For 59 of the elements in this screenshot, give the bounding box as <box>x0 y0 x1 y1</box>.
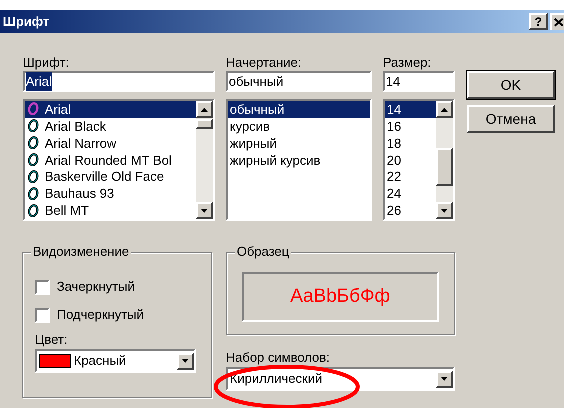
down-arrow-icon <box>201 208 208 212</box>
checkbox[interactable] <box>35 280 50 294</box>
close-icon <box>554 18 564 27</box>
list-item[interactable]: курсив <box>228 118 370 135</box>
charset-value: Кириллический <box>230 370 324 388</box>
scrollbar[interactable] <box>196 101 213 219</box>
scroll-thumb[interactable] <box>436 148 453 186</box>
list-item[interactable]: Arial Narrow <box>25 134 196 152</box>
list-item[interactable]: Arial Black <box>25 118 196 135</box>
scrollbar[interactable] <box>436 101 453 219</box>
scroll-up-button[interactable] <box>196 101 213 118</box>
down-arrow-icon <box>182 359 189 363</box>
down-arrow-icon <box>441 208 448 212</box>
list-item[interactable]: Bauhaus 93 <box>25 185 196 202</box>
dropdown-button[interactable] <box>177 352 194 370</box>
field-label: Набор символов: <box>226 351 332 364</box>
field-label: Цвет: <box>35 333 69 346</box>
checkbox-label: Подчеркнутый <box>57 306 144 324</box>
list-item[interactable]: жирный курсив <box>228 152 370 169</box>
group-title: Видоизменение <box>31 245 132 258</box>
input-field[interactable]: 14 <box>383 71 455 92</box>
scroll-up-button[interactable] <box>436 101 453 118</box>
list-item[interactable]: Arial Rounded MT Bol <box>25 152 196 168</box>
input-field[interactable]: Arial <box>23 71 215 92</box>
charset-dropdown[interactable]: Кириллический <box>226 367 455 391</box>
up-arrow-icon <box>441 108 448 112</box>
help-button[interactable]: ? <box>529 13 548 30</box>
scroll-thumb[interactable] <box>196 119 213 129</box>
input-field[interactable]: обычный <box>226 71 372 92</box>
field-label: Размер: <box>383 56 432 70</box>
close-button[interactable] <box>550 13 564 30</box>
sample-text: AaBbБбФф <box>290 284 390 309</box>
list-item[interactable]: 26 <box>385 202 436 219</box>
list-item[interactable]: 18 <box>385 134 436 152</box>
up-arrow-icon <box>201 108 208 112</box>
field-label: Шрифт: <box>23 56 70 70</box>
color-name: Красный <box>74 352 128 370</box>
checkbox[interactable] <box>35 308 50 322</box>
checkbox-label: Зачеркнутый <box>57 278 135 296</box>
color-dropdown[interactable]: Красный <box>35 349 196 373</box>
list-item[interactable]: жирный <box>228 135 370 152</box>
list-item[interactable]: 22 <box>385 168 436 186</box>
dropdown-button[interactable] <box>436 370 453 388</box>
list-item[interactable]: Bell MT <box>25 202 196 219</box>
list-item[interactable]: Baskerville Old Face <box>25 168 196 186</box>
list-item[interactable]: 24 <box>385 185 436 202</box>
list-item[interactable]: 20 <box>385 152 436 168</box>
scroll-down-button[interactable] <box>436 202 453 219</box>
field-label: Начертание: <box>226 56 303 70</box>
down-arrow-icon <box>441 377 448 381</box>
list-item[interactable]: обычный <box>228 101 370 118</box>
dialog-button[interactable]: OK <box>467 71 555 99</box>
dialog-button[interactable]: Отмена <box>467 105 555 133</box>
list-item[interactable]: 16 <box>385 118 436 135</box>
list-item[interactable]: Arial <box>25 101 196 118</box>
window-title: Шрифт <box>3 12 51 31</box>
list-item[interactable]: 14 <box>385 101 436 118</box>
group-title: Образец <box>235 245 292 258</box>
scroll-down-button[interactable] <box>196 202 213 219</box>
